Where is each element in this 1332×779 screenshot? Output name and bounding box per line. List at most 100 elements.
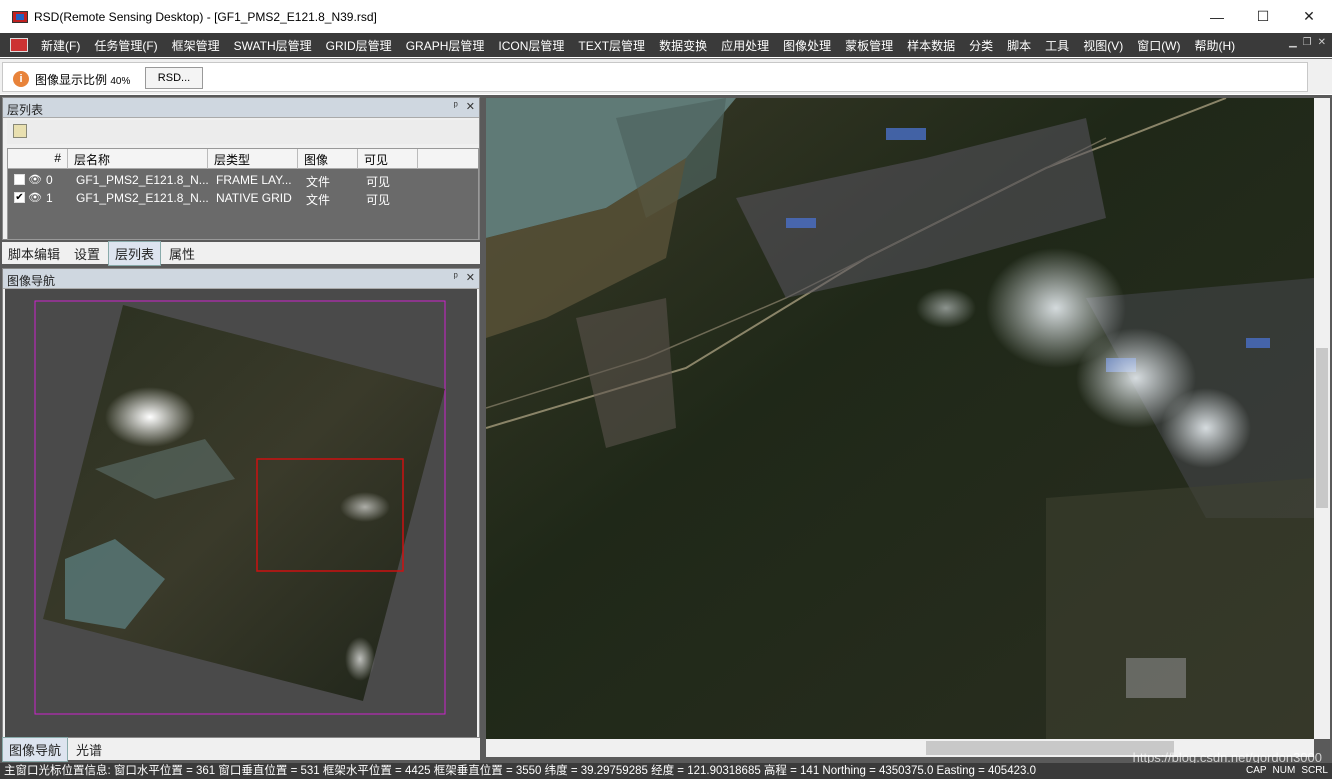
building <box>786 218 816 228</box>
layer-index: 1 <box>46 191 53 205</box>
menu-grid[interactable]: GRID层管理 <box>319 37 399 54</box>
info-icon: i <box>13 71 29 87</box>
eye-icon[interactable]: 👁 <box>28 191 42 204</box>
rsd-button[interactable]: RSD... <box>145 67 203 89</box>
mdi-restore-icon[interactable]: ❐ <box>1303 37 1312 48</box>
layer-type: FRAME LAY... <box>216 173 292 187</box>
tab-layer-list[interactable]: 层列表 <box>108 240 162 266</box>
menu-text[interactable]: TEXT层管理 <box>571 37 652 54</box>
tab-image-navigation[interactable]: 图像导航 <box>2 736 69 762</box>
table-row[interactable]: ✔ 👁 1 GF1_PMS2_E121.8_N... NATIVE GRID 文… <box>8 189 478 207</box>
navigation-thumbnail[interactable] <box>5 289 477 737</box>
menu-image[interactable]: 图像处理 <box>776 37 838 54</box>
workspace: 层列表 ᵖ ✕ # 层名称 层类型 图像 可见 👁 0 GF1_PMS2_E12… <box>0 95 1332 765</box>
menu-tools[interactable]: 工具 <box>1038 37 1076 54</box>
display-scale: 图像显示比例 40% <box>35 71 130 88</box>
layer-visible: 可见 <box>366 193 391 207</box>
panel-tabs-top: 脚本编辑 设置 层列表 属性 <box>2 240 480 266</box>
menu-icon-layer[interactable]: ICON层管理 <box>491 37 571 54</box>
display-scale-label: 图像显示比例 <box>35 73 108 87</box>
vertical-scroll-thumb[interactable] <box>1316 348 1328 508</box>
menu-sample[interactable]: 样本数据 <box>900 37 962 54</box>
layer-table: # 层名称 层类型 图像 可见 👁 0 GF1_PMS2_E121.8_N...… <box>7 148 479 240</box>
info-bar: i 图像显示比例 40% RSD... <box>0 58 1332 94</box>
cloud <box>105 387 195 447</box>
layer-index: 0 <box>46 173 53 187</box>
layer-name: GF1_PMS2_E121.8_N... <box>76 173 209 187</box>
layer-name: GF1_PMS2_E121.8_N... <box>76 191 209 205</box>
window-title: RSD(Remote Sensing Desktop) - [GF1_PMS2_… <box>34 9 377 24</box>
layer-type: NATIVE GRID <box>216 191 292 205</box>
maximize-button[interactable]: ☐ <box>1240 0 1286 33</box>
col-type[interactable]: 层类型 <box>208 149 298 169</box>
menu-view[interactable]: 视图(V) <box>1076 37 1130 54</box>
table-row[interactable]: 👁 0 GF1_PMS2_E121.8_N... FRAME LAY... 文件… <box>8 171 478 189</box>
col-index[interactable]: # <box>8 149 68 169</box>
cloud <box>345 637 375 681</box>
col-empty <box>418 149 478 169</box>
close-icon[interactable]: ✕ <box>466 100 475 113</box>
eye-icon[interactable]: 👁 <box>28 173 42 186</box>
minimize-button[interactable]: — <box>1194 0 1240 33</box>
menu-bar: 新建(F) 任务管理(F) 框架管理 SWATH层管理 GRID层管理 GRAP… <box>0 33 1332 57</box>
mdi-minimize-icon[interactable]: ▁ <box>1289 37 1297 48</box>
main-image-view[interactable] <box>486 98 1314 739</box>
display-scale-value: 40% <box>110 76 131 87</box>
tab-settings[interactable]: 设置 <box>68 242 106 265</box>
menu-classify[interactable]: 分类 <box>962 37 1000 54</box>
menu-task[interactable]: 任务管理(F) <box>87 37 164 54</box>
menu-graph[interactable]: GRAPH层管理 <box>399 37 492 54</box>
menu-script[interactable]: 脚本 <box>1000 37 1038 54</box>
menu-frame[interactable]: 框架管理 <box>165 37 227 54</box>
menu-swath[interactable]: SWATH层管理 <box>227 37 319 54</box>
tab-properties[interactable]: 属性 <box>163 242 201 265</box>
satellite-image[interactable] <box>486 98 1314 739</box>
col-visible[interactable]: 可见 <box>358 149 418 169</box>
layer-image: 文件 <box>306 175 331 189</box>
cloud <box>1161 388 1251 468</box>
building <box>1246 338 1270 348</box>
layer-properties-icon[interactable] <box>13 124 27 138</box>
col-image[interactable]: 图像 <box>298 149 358 169</box>
menu-new[interactable]: 新建(F) <box>34 37 87 54</box>
cloud <box>916 288 976 328</box>
layer-checkbox[interactable]: ✔ <box>14 192 25 203</box>
pin-icon[interactable]: ᵖ <box>454 100 458 113</box>
cloud <box>340 492 390 522</box>
navigation-canvas[interactable] <box>5 289 477 737</box>
layer-image: 文件 <box>306 193 331 207</box>
vertical-scrollbar[interactable] <box>1314 98 1330 739</box>
menu-help[interactable]: 帮助(H) <box>1188 37 1243 54</box>
tab-script-editor[interactable]: 脚本编辑 <box>2 242 66 265</box>
layer-list-panel: 层列表 ᵖ ✕ # 层名称 层类型 图像 可见 👁 0 GF1_PMS2_E12… <box>2 97 480 240</box>
status-bar: 主窗口光标位置信息: 窗口水平位置 = 361 窗口垂直位置 = 531 框架水… <box>0 763 1332 779</box>
scrl-indicator: SCRL <box>1301 765 1328 776</box>
layer-panel-title: 层列表 <box>7 103 44 117</box>
caps-indicator: CAP <box>1245 765 1267 776</box>
menu-apply[interactable]: 应用处理 <box>714 37 776 54</box>
farmland <box>1046 478 1314 739</box>
mdi-close-icon[interactable]: ✕ <box>1318 37 1326 48</box>
nav-panel-title: 图像导航 <box>7 274 56 288</box>
close-icon[interactable]: ✕ <box>466 271 475 284</box>
title-bar: RSD(Remote Sensing Desktop) - [GF1_PMS2_… <box>0 0 1332 33</box>
menu-transform[interactable]: 数据变换 <box>652 37 714 54</box>
menu-mask[interactable]: 蒙板管理 <box>838 37 900 54</box>
cursor-position-info: 主窗口光标位置信息: 窗口水平位置 = 361 窗口垂直位置 = 531 框架水… <box>4 765 1036 777</box>
layer-visible: 可见 <box>366 175 391 189</box>
num-indicator: NUM <box>1272 765 1296 776</box>
tab-spectrum[interactable]: 光谱 <box>70 738 108 761</box>
building <box>886 128 926 140</box>
panel-tabs-bottom: 图像导航 光谱 <box>2 736 480 762</box>
info-scrollbar[interactable] <box>1314 61 1328 91</box>
app-icon <box>12 10 28 23</box>
layer-checkbox[interactable] <box>14 174 25 185</box>
layer-toolbar <box>7 120 479 144</box>
document-icon[interactable] <box>10 38 28 52</box>
image-navigation-panel: 图像导航 ᵖ ✕ <box>2 268 480 738</box>
menu-window[interactable]: 窗口(W) <box>1130 37 1187 54</box>
close-button[interactable]: ✕ <box>1286 0 1332 33</box>
industrial-area <box>1126 658 1186 698</box>
pin-icon[interactable]: ᵖ <box>454 271 458 284</box>
col-name[interactable]: 层名称 <box>68 149 208 169</box>
